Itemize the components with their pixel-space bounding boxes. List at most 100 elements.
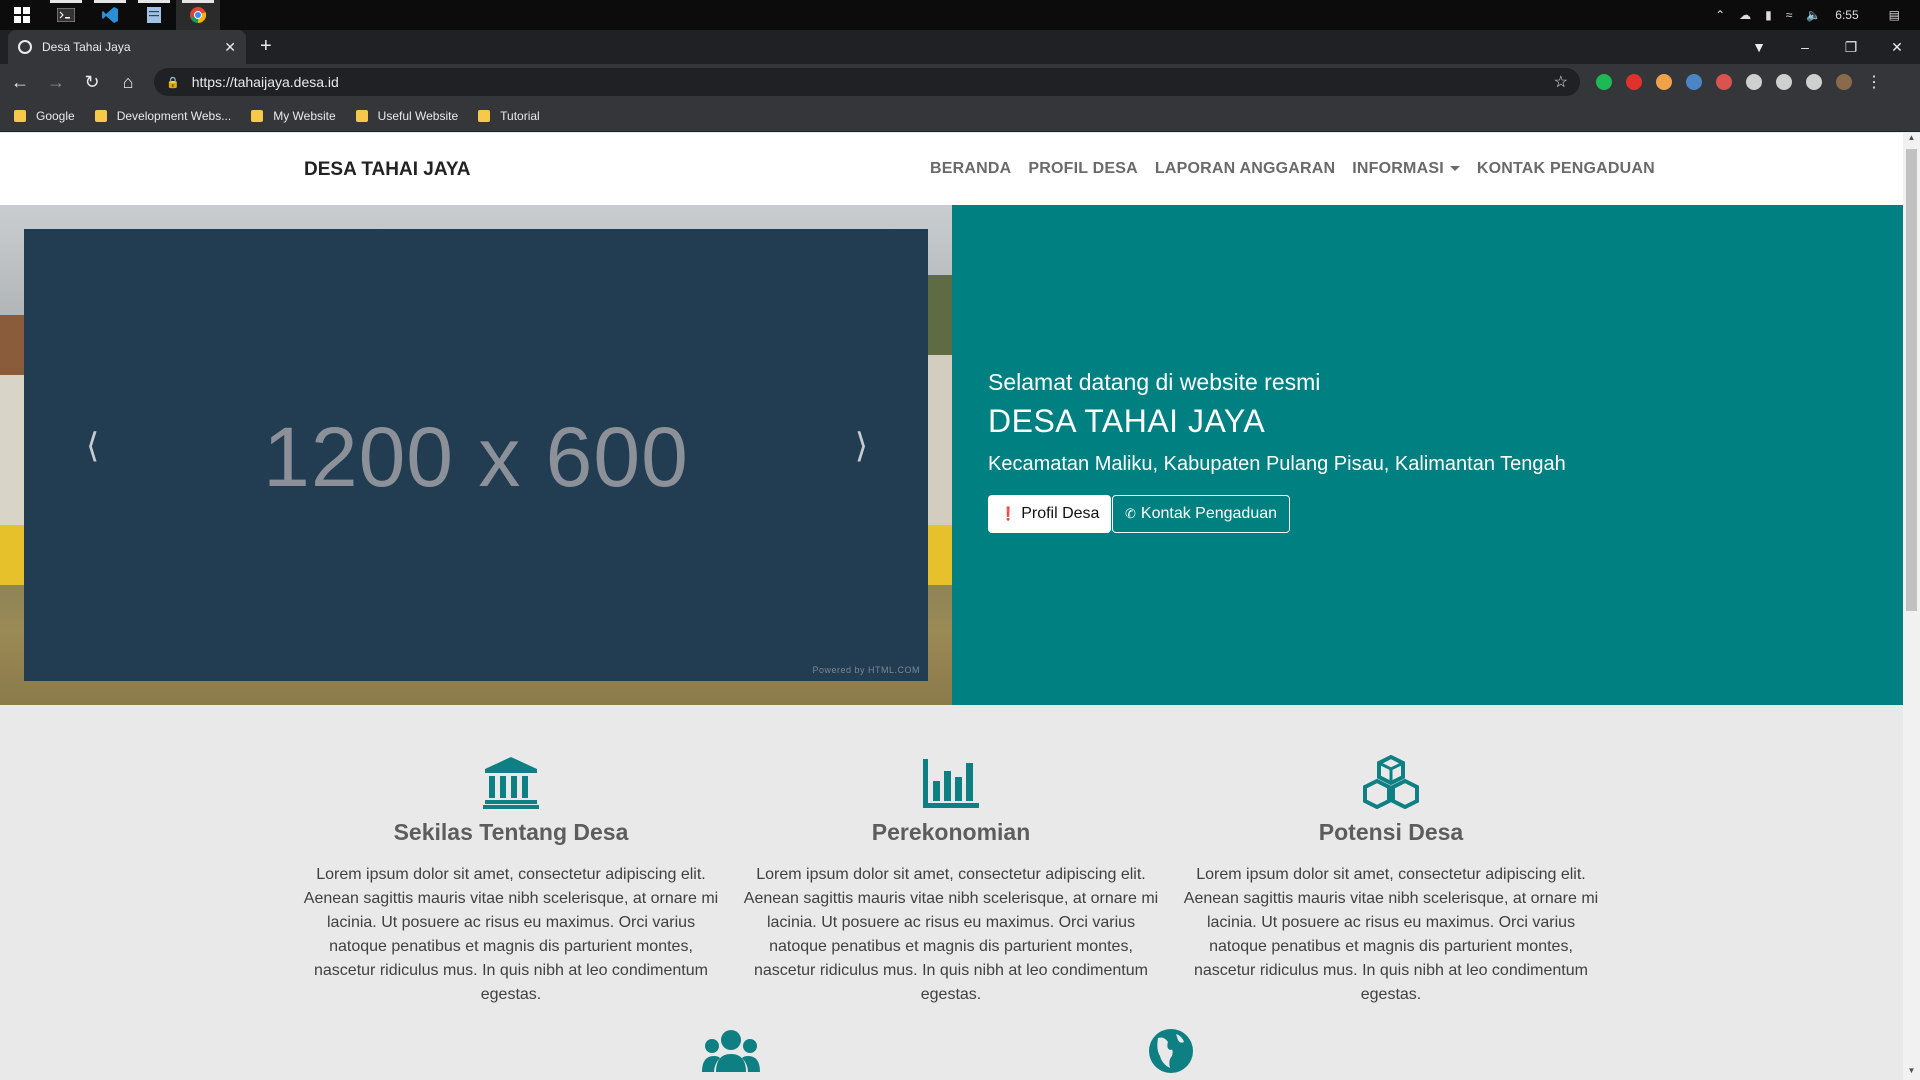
chrome-icon bbox=[190, 7, 207, 24]
chevron-left-icon: ⟨ bbox=[86, 427, 100, 465]
close-window-button[interactable]: ✕ bbox=[1874, 39, 1920, 56]
caret-down-icon bbox=[1449, 166, 1460, 172]
forward-button[interactable]: → bbox=[40, 66, 72, 98]
extension-icon[interactable] bbox=[1626, 74, 1642, 90]
folder-icon bbox=[478, 109, 491, 122]
menu-dots-icon[interactable]: ⋮ bbox=[1866, 72, 1882, 92]
bar-chart-icon bbox=[923, 759, 979, 808]
home-icon: ⌂ bbox=[122, 71, 134, 92]
extension-icon[interactable] bbox=[1806, 74, 1822, 90]
profil-desa-button[interactable]: ❗ Profil Desa bbox=[988, 495, 1112, 533]
bookmark-label: Google bbox=[36, 108, 75, 123]
profile-avatar[interactable] bbox=[1836, 74, 1852, 90]
tab-search-icon[interactable]: ▼ bbox=[1736, 39, 1782, 55]
battery-icon[interactable]: ▮ bbox=[1765, 8, 1772, 22]
start-button[interactable] bbox=[0, 0, 44, 30]
feature-title: Potensi Desa bbox=[1318, 819, 1464, 845]
phone-icon: ✆ bbox=[1125, 506, 1136, 521]
feature-text: Lorem ipsum dolor sit amet, consectetur … bbox=[1183, 866, 1599, 1003]
photo-trees bbox=[928, 275, 952, 365]
bookmark-my-website[interactable]: My Website bbox=[251, 109, 336, 123]
feature-title: Sekilas Tentang Desa bbox=[393, 819, 629, 845]
menu-kontak-pengaduan[interactable]: KONTAK PENGADUAN bbox=[1477, 160, 1655, 178]
bookmark-development[interactable]: Development Webs... bbox=[94, 109, 231, 123]
onedrive-icon[interactable]: ☁ bbox=[1739, 8, 1751, 22]
folder-icon bbox=[251, 109, 264, 122]
volume-icon[interactable]: 🔈 bbox=[1806, 8, 1821, 22]
scroll-down-arrow[interactable]: ▼ bbox=[1903, 1066, 1920, 1080]
scroll-up-arrow[interactable]: ▲ bbox=[1903, 133, 1920, 147]
hero-welcome: Selamat datang di website resmi bbox=[988, 369, 1321, 395]
menu-laporan-anggaran[interactable]: LAPORAN ANGGARAN bbox=[1155, 160, 1335, 178]
extension-icon[interactable] bbox=[1656, 74, 1672, 90]
scrollbar-thumb[interactable] bbox=[1906, 149, 1917, 611]
lock-icon[interactable]: 🔒 bbox=[166, 76, 180, 89]
browser-tab[interactable]: Desa Tahai Jaya ✕ bbox=[8, 30, 246, 64]
carousel-prev-button[interactable]: ⟨ bbox=[86, 429, 99, 463]
photo-yellow-fence bbox=[0, 525, 24, 585]
tab-strip: Desa Tahai Jaya ✕ + ▼ – ❐ ✕ bbox=[0, 30, 1920, 64]
kontak-pengaduan-label: Kontak Pengaduan bbox=[1140, 505, 1278, 522]
bookmark-tutorial[interactable]: Tutorial bbox=[478, 109, 540, 123]
hero-background-photo: 1200 x 600 ⟨ ⟩ Powered by HTML.COM bbox=[0, 205, 952, 705]
close-tab-icon[interactable]: ✕ bbox=[224, 39, 236, 56]
notification-icon[interactable]: ▤ bbox=[1889, 8, 1900, 22]
restore-button[interactable]: ❐ bbox=[1828, 39, 1874, 56]
landmark-icon bbox=[483, 757, 539, 809]
arrow-left-icon: ← bbox=[11, 71, 29, 92]
arrow-right-icon: → bbox=[47, 71, 65, 92]
carousel-placeholder-text: 1200 x 600 bbox=[263, 410, 689, 504]
site-brand[interactable]: DESA TAHAI JAYA bbox=[304, 159, 470, 181]
site-navbar: DESA TAHAI JAYA BERANDA PROFIL DESA LAPO… bbox=[0, 133, 1903, 205]
back-button[interactable]: ← bbox=[4, 66, 36, 98]
photo-yellow-fence bbox=[928, 525, 952, 585]
clock[interactable]: 6:55 bbox=[1835, 8, 1858, 22]
hero-section: 1200 x 600 ⟨ ⟩ Powered by HTML.COM Selam… bbox=[0, 205, 1903, 705]
page-viewport: DESA TAHAI JAYA BERANDA PROFIL DESA LAPO… bbox=[0, 133, 1920, 1080]
image-carousel: 1200 x 600 ⟨ ⟩ Powered by HTML.COM bbox=[24, 229, 928, 681]
kontak-pengaduan-button[interactable]: ✆ Kontak Pengaduan bbox=[1112, 495, 1291, 533]
feature-text: Lorem ipsum dolor sit amet, consectetur … bbox=[743, 866, 1159, 1003]
url-text[interactable]: https://tahaijaya.desa.id bbox=[192, 74, 339, 90]
extension-icon[interactable] bbox=[1686, 74, 1702, 90]
folder-icon bbox=[14, 109, 26, 122]
taskbar-terminal[interactable] bbox=[44, 0, 88, 30]
chevron-up-icon[interactable]: ⌃ bbox=[1715, 8, 1725, 22]
vscode-icon bbox=[102, 7, 118, 23]
taskbar-notepad[interactable] bbox=[132, 0, 176, 30]
new-tab-button[interactable]: + bbox=[260, 36, 272, 56]
reload-button[interactable]: ↻ bbox=[76, 66, 108, 98]
page-scrollbar[interactable]: ▲ ▼ bbox=[1903, 133, 1920, 1080]
extensions-area: ⋮ bbox=[1596, 72, 1882, 92]
bookmarks-bar: Google Development Webs... My Website Us… bbox=[0, 100, 1920, 132]
star-icon[interactable]: ☆ bbox=[1554, 72, 1568, 92]
bookmark-google[interactable]: Google bbox=[14, 109, 75, 123]
taskbar-vscode[interactable] bbox=[88, 0, 132, 30]
terminal-icon bbox=[57, 8, 75, 22]
home-button[interactable]: ⌂ bbox=[112, 66, 144, 98]
extension-icon[interactable] bbox=[1716, 74, 1732, 90]
powered-by-text: Powered by HTML.COM bbox=[812, 665, 920, 675]
photo-roof bbox=[0, 315, 24, 375]
menu-informasi-dropdown[interactable]: INFORMASI bbox=[1352, 160, 1460, 178]
menu-informasi-label: INFORMASI bbox=[1352, 160, 1444, 177]
minimize-button[interactable]: – bbox=[1782, 39, 1828, 55]
users-icon bbox=[702, 1030, 760, 1072]
address-bar[interactable]: 🔒 https://tahaijaya.desa.id ☆ bbox=[154, 68, 1580, 96]
extension-icon[interactable] bbox=[1746, 74, 1762, 90]
taskbar-chrome[interactable] bbox=[176, 0, 220, 30]
carousel-next-button[interactable]: ⟩ bbox=[855, 429, 868, 463]
extension-icon[interactable] bbox=[1596, 74, 1612, 90]
hero-title: DESA TAHAI JAYA bbox=[988, 403, 1266, 439]
extension-icon[interactable] bbox=[1776, 74, 1792, 90]
menu-beranda[interactable]: BERANDA bbox=[930, 160, 1011, 178]
feature-text: Lorem ipsum dolor sit amet, consectetur … bbox=[303, 866, 719, 1003]
wifi-icon[interactable]: ≈ bbox=[1786, 8, 1793, 22]
folder-icon bbox=[94, 109, 107, 122]
window-controls: ▼ – ❐ ✕ bbox=[1736, 30, 1920, 64]
globe-icon bbox=[18, 40, 32, 54]
hero-subtitle: Kecamatan Maliku, Kabupaten Pulang Pisau… bbox=[988, 453, 1566, 475]
bookmark-useful-website[interactable]: Useful Website bbox=[355, 109, 458, 123]
features-section: Sekilas Tentang Desa Lorem ipsum dolor s… bbox=[0, 705, 1903, 1080]
menu-profil-desa[interactable]: PROFIL DESA bbox=[1028, 160, 1137, 178]
